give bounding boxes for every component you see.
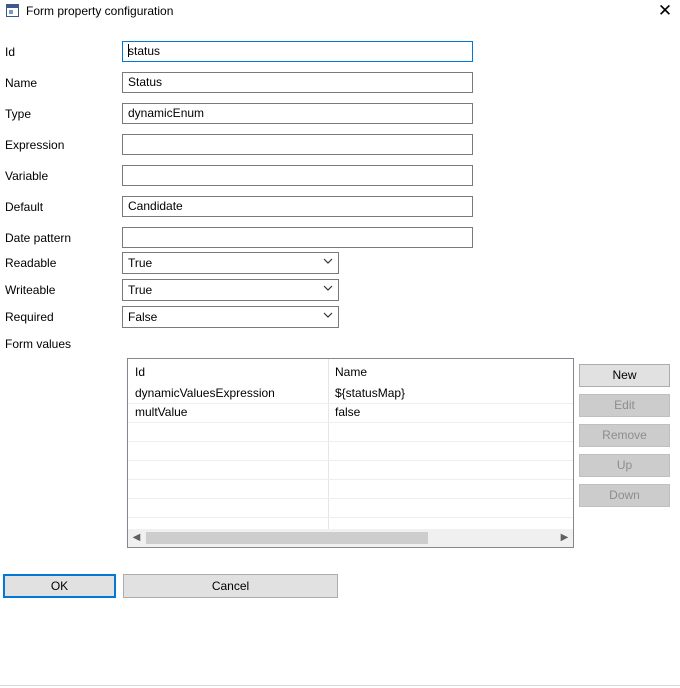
down-button[interactable]: Down <box>579 484 670 507</box>
window-bottom-edge <box>0 685 680 686</box>
default-label: Default <box>5 200 44 214</box>
id-value: status <box>128 44 161 58</box>
scroll-right-icon[interactable]: ▶ <box>556 529 573 547</box>
new-button[interactable]: New <box>579 364 670 387</box>
scrollbar-thumb[interactable] <box>146 532 428 544</box>
title-bar: Form property configuration ✕ <box>0 0 680 22</box>
window-icon <box>6 4 19 17</box>
table-cell-name[interactable]: false <box>328 403 360 422</box>
type-input[interactable]: dynamicEnum <box>122 103 473 124</box>
edit-button[interactable]: Edit <box>579 394 670 417</box>
cancel-button[interactable]: Cancel <box>123 574 338 598</box>
date-pattern-input[interactable] <box>122 227 473 248</box>
name-input[interactable]: Status <box>122 72 473 93</box>
row-divider <box>128 498 573 499</box>
writeable-label: Writeable <box>5 283 56 297</box>
default-input[interactable]: Candidate <box>122 196 473 217</box>
variable-label: Variable <box>5 169 49 183</box>
readable-label: Readable <box>5 256 57 270</box>
chevron-down-icon <box>323 258 333 264</box>
up-button[interactable]: Up <box>579 454 670 477</box>
window-title: Form property configuration <box>26 4 174 18</box>
required-label: Required <box>5 310 54 324</box>
scroll-left-icon[interactable]: ◀ <box>128 529 145 547</box>
remove-button[interactable]: Remove <box>579 424 670 447</box>
required-value: False <box>128 310 158 324</box>
name-label: Name <box>5 76 38 90</box>
ok-button[interactable]: OK <box>3 574 116 598</box>
table-cell-name[interactable]: ${statusMap} <box>328 384 405 403</box>
date-pattern-label: Date pattern <box>5 231 72 245</box>
type-label: Type <box>5 107 32 121</box>
column-header-name[interactable]: Name <box>328 359 374 383</box>
table-cell-id[interactable]: multValue <box>128 403 187 422</box>
form-values-table[interactable]: Id Name dynamicValuesExpression ${status… <box>127 358 574 548</box>
chevron-down-icon <box>323 312 333 318</box>
row-divider <box>128 422 573 423</box>
readable-value: True <box>128 256 153 270</box>
close-icon[interactable]: ✕ <box>656 2 674 20</box>
form-values-label: Form values <box>5 337 72 351</box>
variable-input[interactable] <box>122 165 473 186</box>
table-cell-id[interactable]: dynamicValuesExpression <box>128 384 275 403</box>
column-header-id[interactable]: Id <box>128 359 152 383</box>
writeable-value: True <box>128 283 153 297</box>
required-select[interactable]: False <box>122 306 339 328</box>
row-divider <box>128 460 573 461</box>
id-input[interactable]: status <box>122 41 473 62</box>
writeable-select[interactable]: True <box>122 279 339 301</box>
row-divider <box>128 441 573 442</box>
row-divider <box>128 517 573 518</box>
readable-select[interactable]: True <box>122 252 339 274</box>
expression-label: Expression <box>5 138 65 152</box>
horizontal-scrollbar[interactable]: ◀ ▶ <box>128 529 573 547</box>
id-label: Id <box>5 45 16 59</box>
row-divider <box>128 479 573 480</box>
expression-input[interactable] <box>122 134 473 155</box>
chevron-down-icon <box>323 285 333 291</box>
